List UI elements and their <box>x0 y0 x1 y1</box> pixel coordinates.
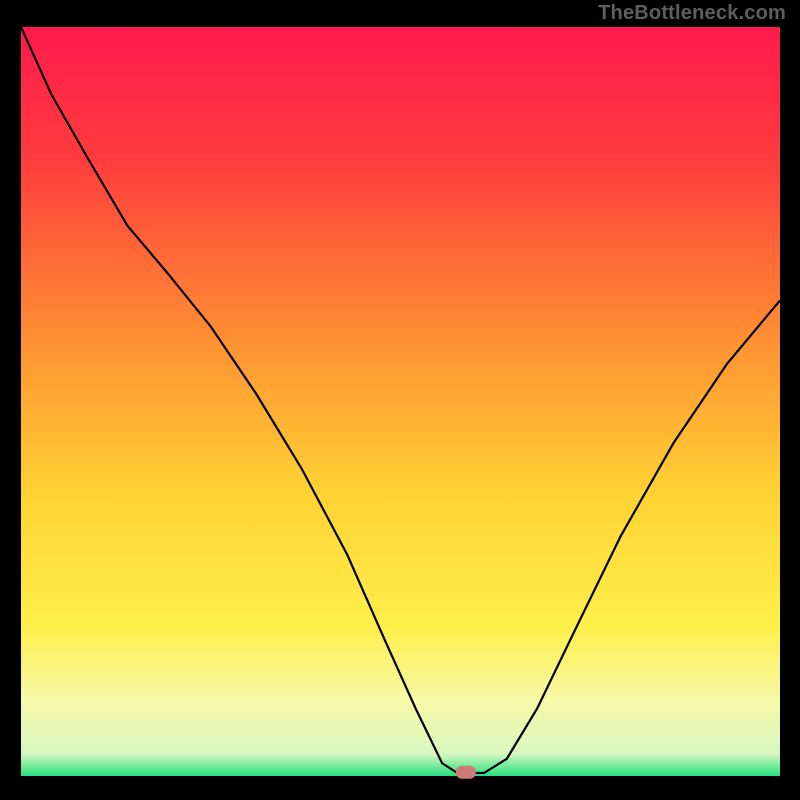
watermark-text: TheBottleneck.com <box>598 2 786 25</box>
plot-area <box>21 27 780 776</box>
optimal-marker <box>456 766 476 779</box>
chart-canvas <box>0 0 800 800</box>
